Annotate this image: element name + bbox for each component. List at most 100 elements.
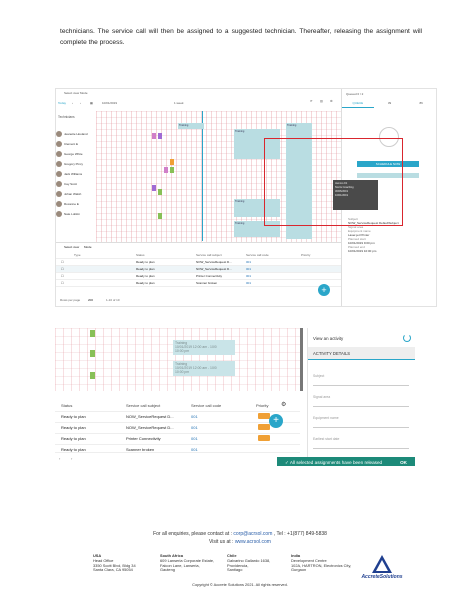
priority-badge	[258, 435, 270, 441]
technician-row[interactable]: Nate Lobkin	[56, 209, 96, 219]
training-block[interactable]: Training 10/01/2019 12:00 am - 10/0 10:0…	[173, 340, 235, 355]
select-view-dropdown[interactable]: Select view	[64, 245, 79, 249]
technician-row[interactable]: Gregory Pincy	[56, 159, 96, 169]
tab-orange[interactable]: 86	[405, 99, 436, 108]
activity-details-tab[interactable]: ACTIVITY DETAILS	[308, 347, 415, 360]
avatar	[56, 191, 62, 197]
avatar	[56, 171, 62, 177]
rows-per-page-select[interactable]: 200	[88, 298, 93, 302]
assignment-tile[interactable]	[90, 350, 95, 357]
technician-row[interactable]: Clement E	[56, 139, 96, 149]
add-fab-button[interactable]: +	[269, 414, 283, 428]
technicians-header: Technicians	[58, 115, 75, 119]
release-snackbar: ✓ All selected assignments have been rel…	[277, 457, 415, 466]
assignment-tile[interactable]	[170, 167, 174, 173]
technician-row[interactable]: Jeanette Hooland	[56, 129, 96, 139]
queued-count: Queued 0 / 2	[346, 92, 364, 96]
date-field[interactable]: 10/01/2019	[102, 101, 117, 105]
svg-text:AccreteSolutions: AccreteSolutions	[360, 574, 402, 579]
website-line: Visit us at : www.acrsol.com	[209, 539, 271, 545]
training-block[interactable]: Training	[178, 123, 204, 129]
add-fab-button[interactable]: +	[318, 284, 330, 296]
checkbox[interactable]: ☐	[61, 281, 64, 285]
scheduler-grid	[55, 328, 300, 391]
technician-list: Jeanette Hooland Clement E George White …	[56, 129, 96, 219]
assignment-popup[interactable]: Jammo Fit Norris Coaching 30/06/2019 10/…	[333, 180, 378, 210]
signal-area-field[interactable]: Signal area	[313, 395, 409, 407]
website-link[interactable]: www.acrsol.com	[235, 539, 271, 545]
queue-tabs: QUEUE 39 86	[342, 99, 436, 108]
assignment-tile[interactable]	[170, 159, 174, 165]
calendar-icon[interactable]: ▦	[90, 101, 93, 105]
technician-row[interactable]: George White	[56, 149, 96, 159]
avatar	[56, 211, 62, 217]
panel-title: View an activity	[313, 336, 344, 341]
today-button[interactable]: Today	[58, 101, 66, 105]
assignment-tile[interactable]	[158, 189, 162, 195]
checkbox[interactable]: ☐	[61, 267, 64, 271]
scrollbar[interactable]	[300, 328, 303, 391]
tab-green[interactable]: 39	[374, 99, 406, 108]
subject-field[interactable]: Subject	[313, 374, 409, 386]
tab-queue[interactable]: QUEUE	[342, 99, 374, 108]
table-row[interactable]: ☐ Ready to plan Printer Connectivity 001	[56, 273, 341, 280]
loading-spinner-icon	[403, 334, 411, 342]
checkbox[interactable]: ☐	[61, 274, 64, 278]
snackbar-ok-button[interactable]: OK	[400, 457, 407, 466]
assignment-tile[interactable]	[90, 330, 95, 337]
technician-row[interactable]: Cay Scott	[56, 179, 96, 189]
avatar	[56, 131, 62, 137]
next-arrow-icon[interactable]: ›	[71, 456, 72, 461]
email-link[interactable]: corp@acrsol.com	[233, 531, 272, 537]
table-header-row: Type Status Service call subject Service…	[56, 252, 341, 259]
table-row[interactable]: ☐ Ready to plan NOW_ServiceRequest D... …	[56, 266, 341, 273]
next-arrow-icon[interactable]: ›	[80, 101, 81, 105]
technician-row[interactable]: Johan Walsh	[56, 189, 96, 199]
scale-dropdown[interactable]: 1 week	[174, 101, 184, 105]
technician-row[interactable]: Roxanne E	[56, 199, 96, 209]
enquiries-line: For all enquiries, please contact at : c…	[153, 531, 327, 537]
pagination-range: 1-10 of 10	[106, 298, 120, 302]
table-row[interactable]: Ready to plan Scanner broken 001	[55, 444, 300, 453]
equipment-name-field[interactable]: Equipment name	[313, 416, 409, 428]
assignment-tile[interactable]	[158, 213, 162, 219]
mode-dropdown[interactable]: Mode	[84, 245, 92, 249]
earliest-start-field[interactable]: Earliest start date	[313, 437, 409, 449]
select-view-dropdown[interactable]: Select view	[64, 91, 79, 95]
prev-arrow-icon[interactable]: ‹	[72, 101, 73, 105]
prev-arrow-icon[interactable]: ‹	[59, 456, 60, 461]
settings-icon[interactable]: ⚙	[330, 99, 333, 103]
technician-row[interactable]: Jack Williams	[56, 169, 96, 179]
office-india: India Development Centre 102A, HARTRON, …	[291, 553, 352, 573]
scheduler-toolbar: Select view Mode Today ‹ › ▦ 10/01/2019 …	[56, 89, 341, 105]
assignment-tile[interactable]	[158, 133, 162, 139]
intro-paragraph: technicians. The service call will then …	[60, 28, 422, 46]
office-chile: Chile Galvarino Gallardo 1638, Providenc…	[227, 553, 271, 573]
accrete-logo: AccreteSolutions	[360, 555, 403, 579]
filter-icon[interactable]: ▥	[320, 99, 323, 103]
assignment-tile[interactable]	[152, 133, 156, 139]
rows-per-page-label: Rows per page	[60, 298, 81, 302]
mode-dropdown[interactable]: Mode	[80, 91, 88, 95]
service-call-table: Status Service call subject Service call…	[55, 400, 300, 466]
avatar	[56, 141, 62, 147]
office-south-africa: South Africa 609 Lanseria Corporate Esta…	[160, 553, 215, 573]
assignment-tile[interactable]	[164, 167, 168, 173]
assignment-tile[interactable]	[90, 372, 95, 379]
copyright-line: Copyright © Accrete Solutions 2021. All …	[192, 582, 288, 587]
assignment-tile[interactable]	[152, 185, 156, 191]
avatar	[56, 181, 62, 187]
checkbox[interactable]: ☐	[61, 260, 64, 264]
training-block[interactable]: Training 10/01/2019 12:00 am - 10/0 10:0…	[173, 361, 235, 376]
refresh-icon[interactable]: ⟳	[310, 99, 313, 103]
settings-icon[interactable]: ⚙	[281, 401, 286, 408]
avatar	[56, 201, 62, 207]
table-row[interactable]: ☐ Ready to plan Scanner broken 001	[56, 280, 341, 287]
avatar	[56, 161, 62, 167]
current-time-line	[202, 111, 203, 241]
release-screenshot: Training 10/01/2019 12:00 am - 10/0 10:0…	[55, 328, 415, 466]
office-usa: USA Head Office 3350 Scott Blvd, Bldg 34…	[93, 553, 136, 573]
table-row[interactable]: ☐ Ready to plan NOW_ServiceRequest D... …	[56, 259, 341, 266]
activity-panel: View an activity ACTIVITY DETAILS Subjec…	[307, 328, 415, 466]
avatar	[56, 151, 62, 157]
